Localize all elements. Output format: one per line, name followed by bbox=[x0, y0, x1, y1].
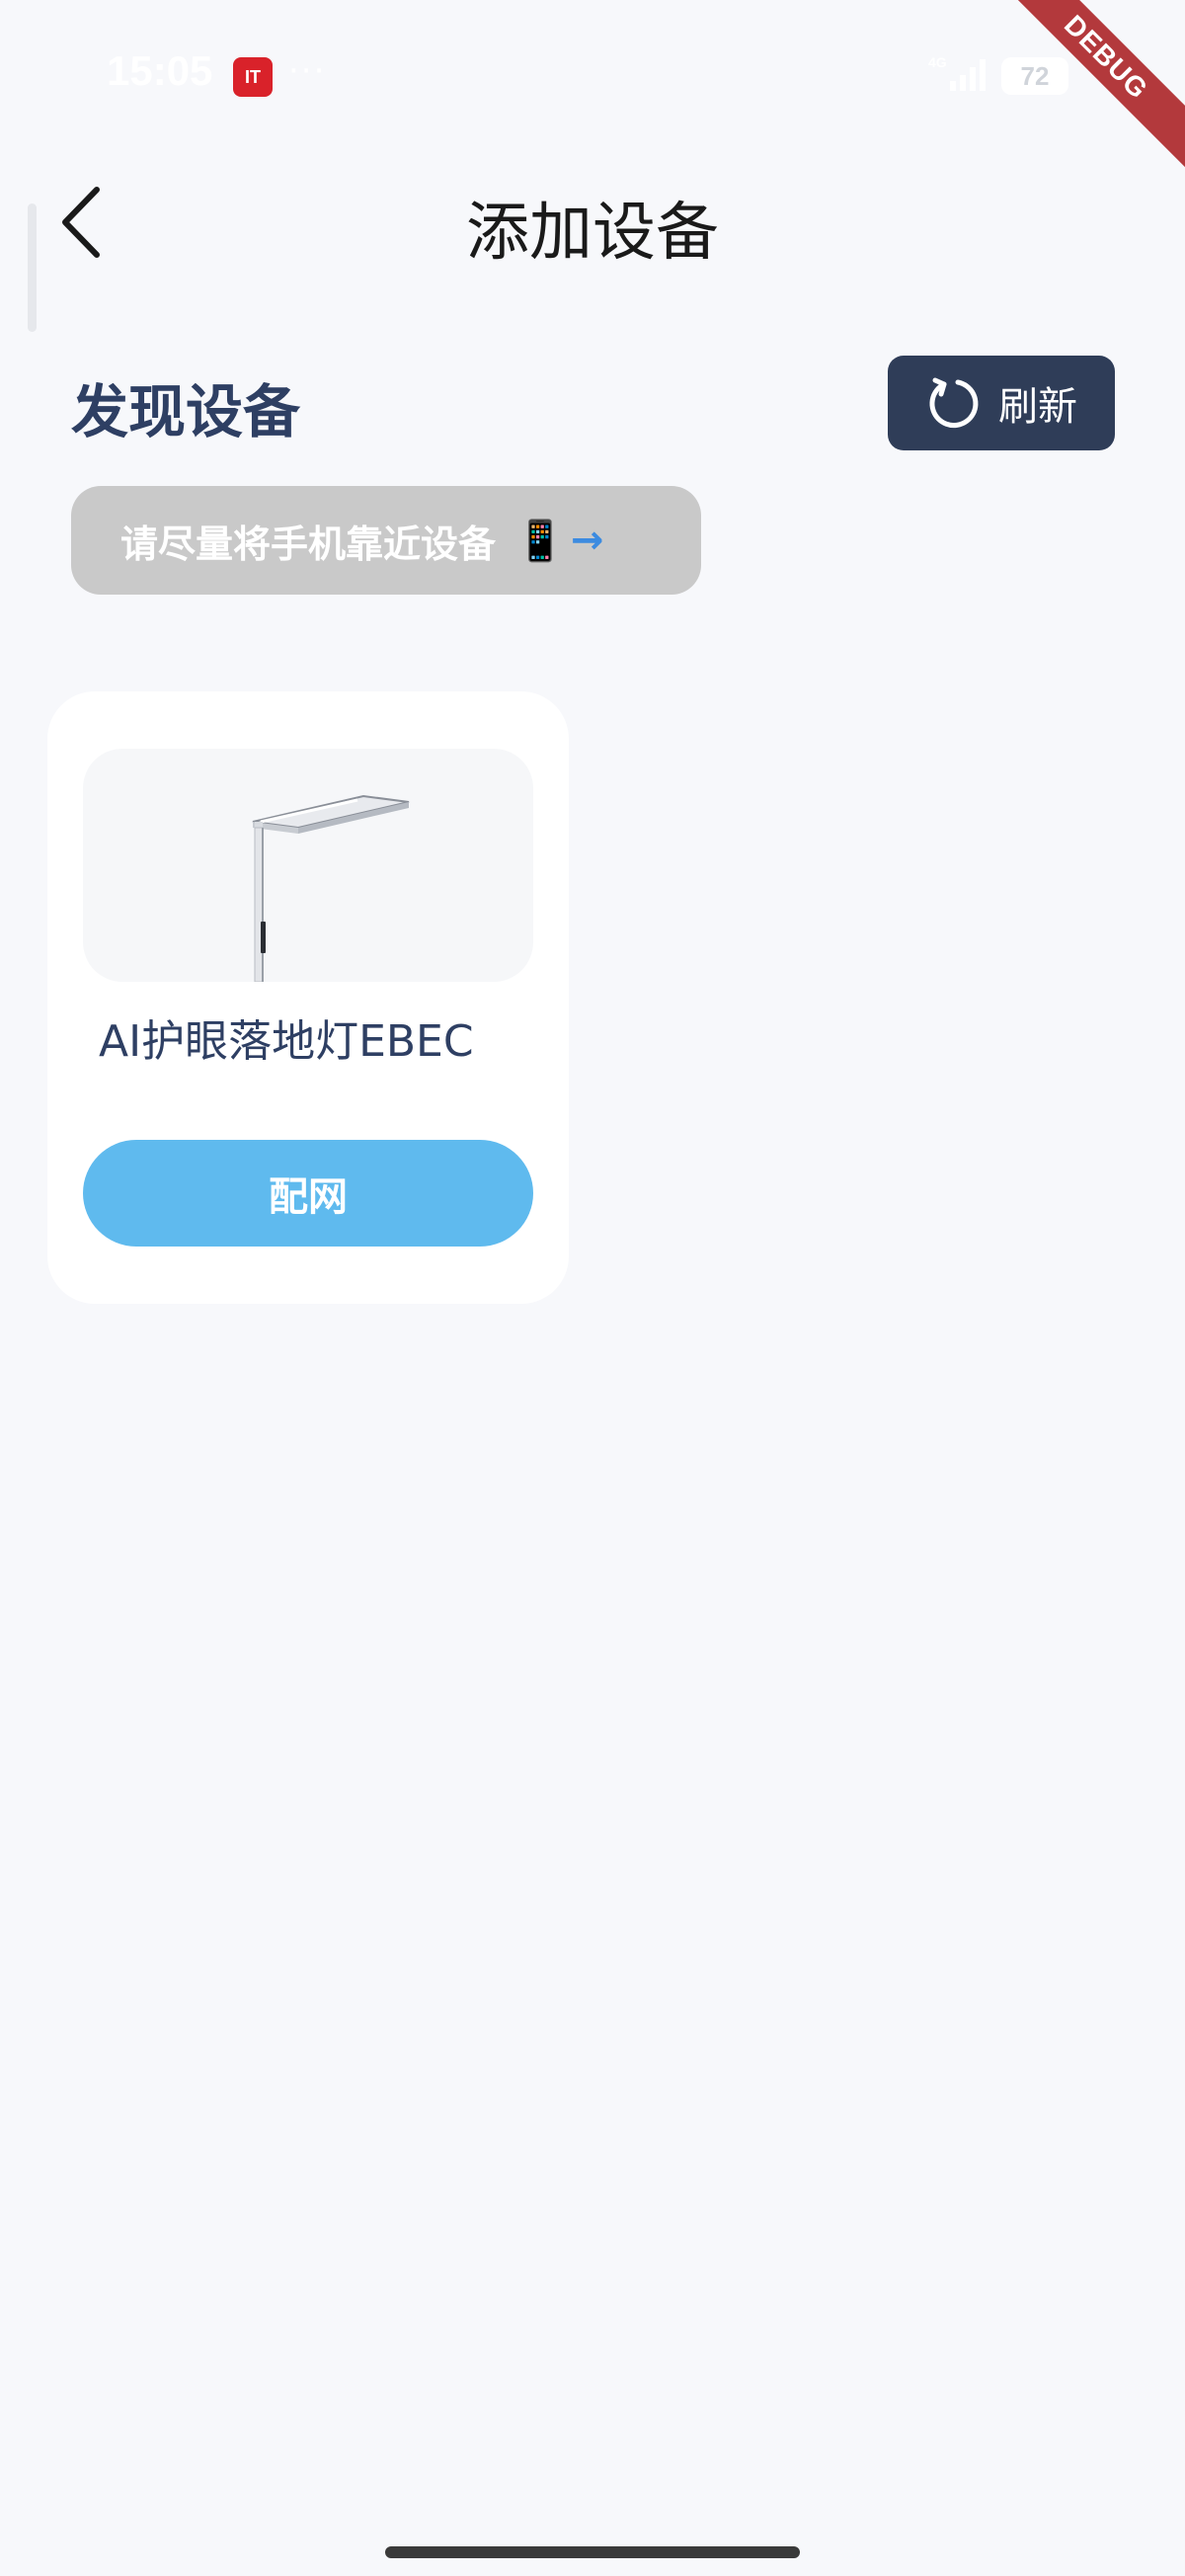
device-card[interactable]: AI护眼落地灯EBEC 配网 bbox=[47, 691, 569, 1304]
refresh-icon bbox=[929, 377, 979, 429]
hint-text: 请尽量将手机靠近设备 bbox=[120, 522, 497, 566]
more-notifications-icon: ··· bbox=[288, 51, 327, 91]
arrow-right-icon: → bbox=[570, 518, 604, 563]
notification-app-icon: IT bbox=[233, 57, 273, 97]
floor-lamp-icon bbox=[252, 794, 410, 982]
pair-network-button[interactable]: 配网 bbox=[83, 1140, 533, 1247]
battery-indicator: 72 bbox=[1001, 57, 1068, 95]
refresh-label: 刷新 bbox=[998, 384, 1077, 430]
home-indicator[interactable] bbox=[385, 2546, 800, 2558]
signal-icon: 4G bbox=[928, 54, 986, 91]
section-title: 发现设备 bbox=[71, 378, 301, 445]
network-type-label: 4G bbox=[928, 54, 947, 70]
page-title: 添加设备 bbox=[466, 197, 719, 270]
device-name: AI护眼落地灯EBEC bbox=[99, 1016, 474, 1067]
refresh-button[interactable]: 刷新 bbox=[888, 356, 1115, 450]
status-time: 15:05 bbox=[107, 47, 213, 94]
phone-icon: 📱 bbox=[515, 518, 565, 564]
status-bar: 15:05 IT ··· 4G 72 bbox=[0, 0, 1185, 138]
proximity-hint: 请尽量将手机靠近设备 📱 → bbox=[71, 486, 701, 595]
floor-lamp-image bbox=[83, 749, 533, 982]
